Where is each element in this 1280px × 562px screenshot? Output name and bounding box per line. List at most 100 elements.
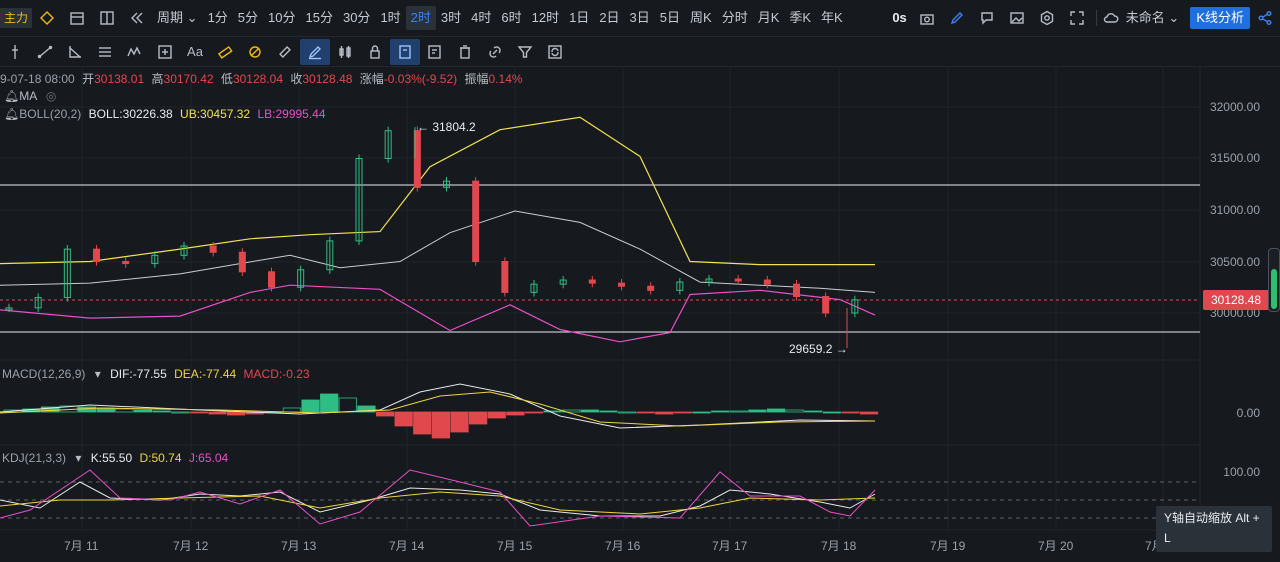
macd-bar	[859, 411, 879, 415]
image-icon[interactable]	[1002, 5, 1032, 31]
add-box-icon[interactable]	[150, 39, 180, 65]
magnet-icon[interactable]	[240, 39, 270, 65]
candle-body	[63, 248, 71, 299]
kdj-j-line	[0, 469, 876, 527]
interval-6[interactable]: 2时	[405, 6, 436, 30]
interval-13[interactable]: 3日	[625, 6, 655, 30]
fullscreen-icon[interactable]	[1062, 5, 1092, 31]
lock-icon[interactable]	[360, 39, 390, 65]
ma-legend[interactable]: 🔔︎MA ◎	[4, 89, 56, 103]
interval-0[interactable]: 1分	[203, 6, 233, 30]
macd-dea: DEA:-77.44	[174, 367, 237, 381]
interval-2[interactable]: 10分	[263, 6, 300, 30]
interval-list: 1分 5分 10分 15分 30分 1时 2时 3时 4时 6时 12时 1日 2日 3日 5日 周K 分时 月K…	[203, 6, 848, 30]
account-dropdown[interactable]: 未命名 ⌄	[1121, 6, 1185, 30]
candle-body	[705, 278, 713, 283]
candle-body	[268, 271, 275, 288]
macd-bar	[3, 409, 22, 413]
interval-15[interactable]: 周K	[685, 6, 717, 30]
chevron-down-icon[interactable]: ▾	[95, 367, 101, 381]
indicator-icon[interactable]	[32, 5, 62, 31]
link-icon[interactable]	[480, 39, 510, 65]
pencil-icon[interactable]	[942, 5, 972, 31]
ruler-icon[interactable]	[210, 39, 240, 65]
layout-icon[interactable]	[92, 5, 122, 31]
macd-bar	[822, 411, 841, 414]
macd-legend[interactable]: MACD(12,26,9) ▾ DIF:-77.55 DEA:-77.44 MA…	[2, 367, 310, 381]
low-marker: 29659.2 →	[789, 342, 848, 356]
price-axis-label: 31000.00	[1209, 203, 1260, 217]
calendar-icon[interactable]	[62, 5, 92, 31]
high-label: 高	[151, 72, 164, 86]
interval-18[interactable]: 季K	[784, 6, 816, 30]
candle-body	[618, 282, 625, 287]
boll-lower-line	[0, 284, 876, 343]
filter-icon[interactable]	[510, 39, 540, 65]
comment-icon[interactable]	[972, 5, 1002, 31]
copy-icon[interactable]	[390, 38, 420, 65]
trash-icon[interactable]	[450, 39, 480, 65]
date-axis-label: 7月 17	[712, 539, 748, 553]
macd-bar	[301, 399, 320, 413]
interval-9[interactable]: 6时	[496, 6, 526, 30]
k-analysis-button[interactable]: K线分析	[1190, 7, 1250, 29]
trendline-icon[interactable]	[30, 39, 60, 65]
date-axis-label: 7月 11	[64, 539, 99, 553]
low-label: 低	[220, 72, 233, 86]
boll-legend[interactable]: 🔔︎BOLL(20,2) BOLL:30226.38 UB:30457.32 L…	[4, 107, 326, 121]
candle-body	[238, 251, 246, 273]
text-icon[interactable]: Aa	[180, 39, 210, 65]
date-axis-label: 7月 13	[281, 539, 317, 553]
macd-bar	[431, 411, 451, 439]
wave-icon[interactable]	[120, 39, 150, 65]
main-tab[interactable]: 主力	[0, 8, 33, 28]
macd-bar	[562, 409, 581, 413]
date-axis-label: 7月 16	[605, 539, 641, 553]
interval-12[interactable]: 2日	[594, 6, 624, 30]
crosshair-icon[interactable]	[0, 39, 30, 65]
price-axis-label: 31500.00	[1209, 151, 1260, 165]
candle-body	[180, 245, 188, 256]
scale-slider[interactable]	[1268, 248, 1280, 312]
candles-icon[interactable]	[330, 39, 360, 65]
sync-icon[interactable]	[540, 39, 570, 65]
macd-bar	[469, 411, 488, 425]
date-axis-label: 7月 14	[389, 539, 425, 553]
hlines-icon[interactable]	[90, 39, 120, 65]
kdj-legend[interactable]: KDJ(21,3,3) ▾ K:55.50 D:50.74 J:65.04	[2, 451, 228, 465]
candle-body	[793, 283, 800, 298]
camera-icon[interactable]	[912, 5, 942, 31]
interval-7[interactable]: 3时	[436, 6, 466, 30]
share-icon[interactable]	[1250, 5, 1280, 31]
edit-note-icon[interactable]	[420, 39, 450, 65]
macd-bar	[245, 411, 264, 415]
interval-17[interactable]: 月K	[753, 6, 785, 30]
macd-bar	[338, 397, 357, 413]
kdj-k: K:55.50	[90, 451, 133, 465]
settings-icon[interactable]	[1032, 5, 1062, 31]
interval-10[interactable]: 12时	[527, 6, 564, 30]
measure-icon[interactable]	[270, 39, 300, 65]
scale-slider-fill	[1271, 269, 1277, 309]
interval-11[interactable]: 1日	[564, 6, 594, 30]
draw-pen-icon[interactable]	[300, 38, 330, 65]
macd-bar	[785, 409, 804, 413]
interval-3[interactable]: 15分	[301, 6, 338, 30]
interval-1[interactable]: 5分	[233, 6, 263, 30]
eye-off-icon[interactable]: ◎	[46, 89, 56, 103]
top-bar: 主力 周期 ⌄ 1分 5分 10分 15分 30分 1时 2时 3时 4时 6时 12时 1日 2日 3日…	[0, 0, 1280, 37]
macd-pane	[0, 383, 879, 439]
interval-19[interactable]: 年K	[816, 6, 848, 30]
angle-icon[interactable]	[60, 39, 90, 65]
kdj-j: J:65.04	[188, 451, 229, 465]
interval-8[interactable]: 4时	[466, 6, 496, 30]
interval-16[interactable]: 分时	[717, 6, 753, 30]
candle-body	[326, 240, 334, 271]
interval-5[interactable]: 1时	[375, 6, 405, 30]
chevron-down-icon[interactable]: ▾	[75, 451, 81, 465]
interval-4[interactable]: 30分	[338, 6, 375, 30]
macd-bar	[506, 411, 525, 416]
rewind-icon[interactable]	[122, 5, 152, 31]
period-dropdown[interactable]: 周期 ⌄	[152, 6, 203, 30]
interval-14[interactable]: 5日	[655, 6, 685, 30]
